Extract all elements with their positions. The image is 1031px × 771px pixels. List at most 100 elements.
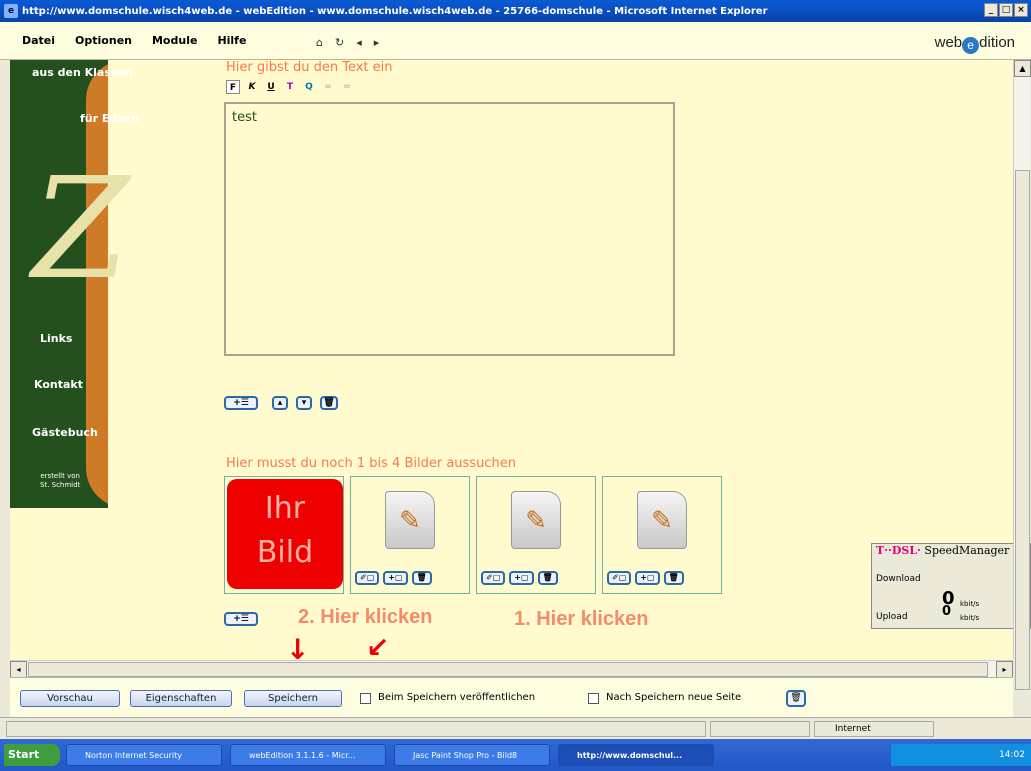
menu-datei[interactable]: Datei bbox=[22, 34, 55, 47]
taskbar: Start Norton Internet Security webEditio… bbox=[0, 739, 1031, 771]
placeholder-line-1: Ihr bbox=[264, 491, 306, 526]
add-list-button[interactable]: +☰ bbox=[224, 396, 258, 410]
delete-document-button[interactable]: 🗑 bbox=[786, 690, 806, 707]
image-slot-buttons: ✐▢ +▢ 🗑 bbox=[481, 571, 558, 585]
task-browser[interactable]: http://www.domschul... bbox=[558, 744, 714, 766]
image-slot-2[interactable]: ✎ ✐▢ +▢ 🗑 bbox=[350, 476, 470, 594]
scroll-right-arrow-icon[interactable]: ▸ bbox=[996, 661, 1013, 678]
text-hint: Hier gibst du den Text ein bbox=[226, 60, 393, 75]
scroll-up-arrow-icon[interactable]: ▲ bbox=[1014, 60, 1031, 77]
home-icon[interactable]: ⌂ bbox=[316, 36, 323, 49]
close-button[interactable]: × bbox=[1014, 3, 1028, 17]
upload-unit: kbit/s bbox=[960, 614, 980, 622]
arrow-to-checkbox-icon: ↙ bbox=[366, 631, 390, 664]
image-slot-buttons: ✐▢ +▢ 🗑 bbox=[355, 571, 432, 585]
status-zone: Internet bbox=[814, 721, 934, 737]
images-hint: Hier musst du noch 1 bis 4 Bilder aussuc… bbox=[226, 456, 516, 471]
delete-image-button[interactable]: 🗑 bbox=[663, 571, 684, 585]
text-editor[interactable]: test bbox=[224, 102, 675, 356]
text-color-icon[interactable]: T bbox=[283, 80, 297, 94]
add-images-button[interactable]: +☰ bbox=[224, 612, 258, 626]
speedmanager-widget: T··DSL· SpeedManager Download 0 kbit/s U… bbox=[871, 543, 1031, 629]
editor-toolbar: F K U T Q ∞ ∞ bbox=[226, 80, 354, 94]
tdsl-brand: T··DSL· bbox=[876, 544, 921, 557]
back-icon[interactable]: ◂ bbox=[356, 36, 362, 49]
select-image-button[interactable]: +▢ bbox=[635, 571, 660, 585]
menu-bar: Datei Optionen Module Hilfe ⌂ ↻ ◂ ▸ web e… bbox=[0, 22, 1031, 60]
system-tray: 14:02 bbox=[891, 744, 1031, 766]
publish-on-save-checkbox[interactable] bbox=[360, 693, 371, 704]
move-down-button[interactable]: ▾ bbox=[296, 396, 312, 410]
task-paintshop[interactable]: Jasc Paint Shop Pro - Bild8 bbox=[394, 744, 550, 766]
underline-icon[interactable]: U bbox=[264, 80, 278, 94]
link-icon[interactable]: ∞ bbox=[321, 80, 335, 94]
task-webedition[interactable]: webEdition 3.1.1.6 - Micr... bbox=[230, 744, 386, 766]
menu-optionen[interactable]: Optionen bbox=[75, 34, 132, 47]
logo-right: dition bbox=[979, 34, 1015, 51]
editor-bottom-bar: Vorschau Eigenschaften Speichern Beim Sp… bbox=[10, 677, 1013, 717]
delete-image-button[interactable]: 🗑 bbox=[537, 571, 558, 585]
edit-image-button[interactable]: ✐▢ bbox=[607, 571, 632, 585]
edit-image-button[interactable]: ✐▢ bbox=[481, 571, 506, 585]
delete-button[interactable]: 🗑 bbox=[320, 396, 338, 410]
delete-image-button[interactable]: 🗑 bbox=[411, 571, 432, 585]
ie-icon: e bbox=[4, 4, 18, 18]
window-title: http://www.domschule.wisch4web.de - webE… bbox=[22, 5, 768, 17]
status-progress-cell bbox=[710, 721, 810, 737]
window-controls: _ □ × bbox=[984, 3, 1028, 17]
image-slot-3[interactable]: ✎ ✐▢ +▢ 🗑 bbox=[476, 476, 596, 594]
start-button[interactable]: Start bbox=[4, 744, 60, 766]
webedition-logo: web e dition bbox=[935, 34, 1015, 54]
upload-label: Upload bbox=[876, 612, 908, 622]
save-button[interactable]: Speichern bbox=[244, 690, 342, 707]
edit-image-button[interactable]: ✐▢ bbox=[355, 571, 380, 585]
unlink-icon[interactable]: ∞ bbox=[340, 80, 354, 94]
horizontal-scroll-thumb[interactable] bbox=[28, 662, 988, 677]
menu-hilfe[interactable]: Hilfe bbox=[217, 34, 246, 47]
refresh-icon[interactable]: ↻ bbox=[335, 36, 344, 49]
logo-left: web bbox=[934, 34, 963, 51]
preview-button[interactable]: Vorschau bbox=[20, 690, 120, 707]
task-norton[interactable]: Norton Internet Security bbox=[66, 744, 222, 766]
move-up-button[interactable]: ▴ bbox=[272, 396, 288, 410]
sidebar-credit: erstellt von St. Schmidt bbox=[40, 472, 80, 490]
nav-icons: ⌂ ↻ ◂ ▸ bbox=[316, 36, 379, 49]
sidebar-link-gaestebuch[interactable]: Gästebuch bbox=[32, 426, 98, 439]
select-image-button[interactable]: +▢ bbox=[383, 571, 408, 585]
sidebar-link-eltern[interactable]: für Eltern bbox=[80, 112, 139, 125]
background-color-icon[interactable]: Q bbox=[302, 80, 316, 94]
new-page-checkbox[interactable] bbox=[588, 693, 599, 704]
credit-line-2: St. Schmidt bbox=[40, 481, 81, 489]
scroll-left-arrow-icon[interactable]: ◂ bbox=[10, 661, 27, 678]
sidebar-logo-d: Z bbox=[32, 148, 130, 311]
horizontal-scrollbar[interactable]: ◂ ▸ bbox=[10, 660, 1013, 678]
upload-value: 0 bbox=[942, 604, 952, 619]
sidebar-link-links[interactable]: Links bbox=[40, 332, 72, 345]
select-image-button[interactable]: +▢ bbox=[509, 571, 534, 585]
window-titlebar: e http://www.domschule.wisch4web.de - we… bbox=[0, 0, 1031, 22]
vertical-scroll-thumb[interactable] bbox=[1015, 170, 1030, 690]
properties-button[interactable]: Eigenschaften bbox=[130, 690, 232, 707]
download-unit: kbit/s bbox=[960, 600, 980, 608]
vertical-scrollbar[interactable]: ▲ bbox=[1013, 60, 1031, 690]
download-label: Download bbox=[876, 574, 921, 584]
speedmanager-title: SpeedManager bbox=[924, 544, 1010, 557]
image-slot-1[interactable]: Ihr Bild bbox=[224, 476, 344, 594]
image-file-icon: ✎ bbox=[385, 491, 435, 549]
sidebar-link-klassen[interactable]: aus den Klassen bbox=[32, 66, 133, 79]
image-file-icon: ✎ bbox=[511, 491, 561, 549]
clock: 14:02 bbox=[999, 750, 1025, 760]
status-bar: Internet bbox=[0, 717, 1031, 739]
forward-icon[interactable]: ▸ bbox=[374, 36, 380, 49]
maximize-button[interactable]: □ bbox=[999, 3, 1013, 17]
bold-icon[interactable]: F bbox=[226, 80, 240, 94]
italic-icon[interactable]: K bbox=[245, 80, 259, 94]
annotation-step-1: 1. Hier klicken bbox=[514, 608, 649, 630]
image-slot-4[interactable]: ✎ ✐▢ +▢ 🗑 bbox=[602, 476, 722, 594]
site-sidebar: Z aus den Klassen für Eltern Links Konta… bbox=[10, 60, 166, 508]
placeholder-line-2: Bild bbox=[256, 535, 314, 570]
minimize-button[interactable]: _ bbox=[984, 3, 998, 17]
menu-module[interactable]: Module bbox=[152, 34, 197, 47]
sidebar-link-kontakt[interactable]: Kontakt bbox=[34, 378, 83, 391]
credit-line-1: erstellt von bbox=[40, 472, 80, 480]
